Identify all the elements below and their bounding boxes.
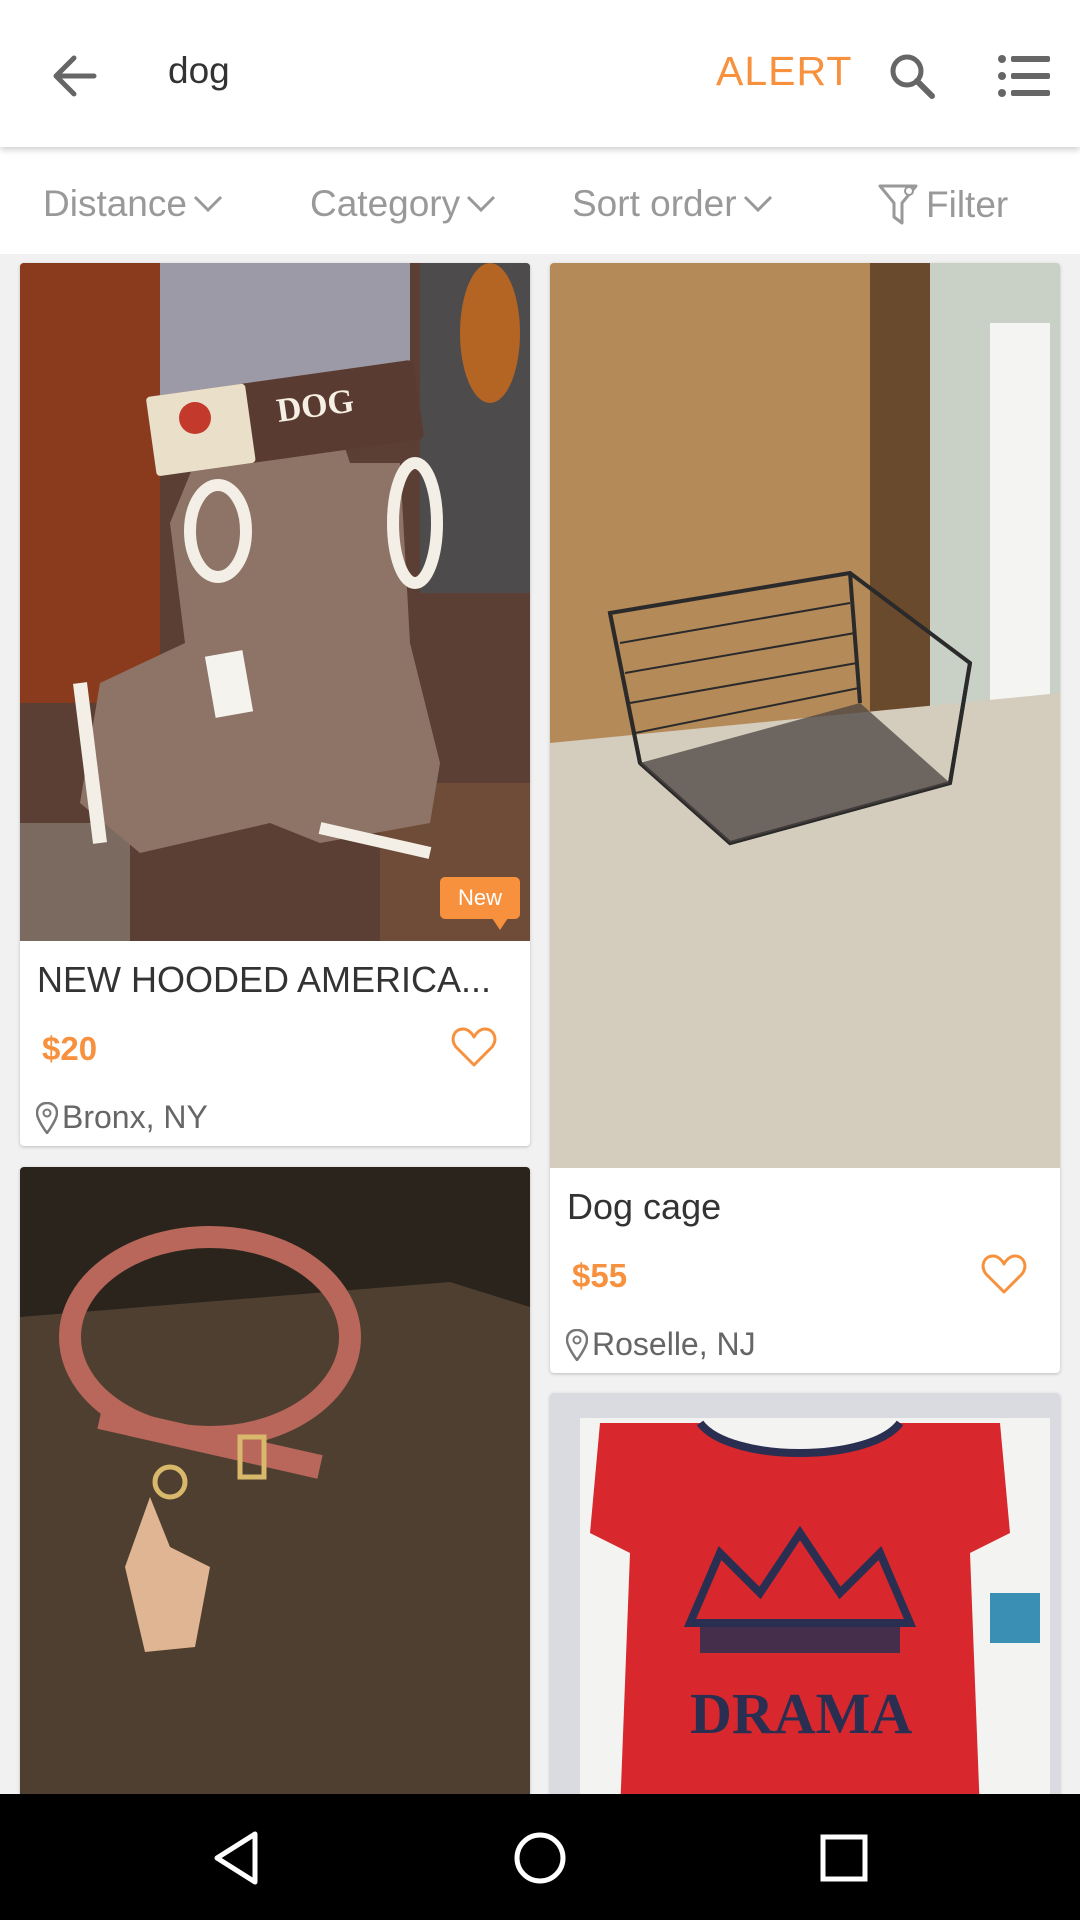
filter-bar: Distance Category Sort order Filter [0,147,1080,254]
nav-home-button[interactable] [502,1820,578,1896]
location-text: Roselle, NJ [592,1326,756,1362]
listing-title: Dog cage [567,1186,722,1227]
menu-button[interactable] [992,44,1056,108]
search-button[interactable] [880,44,944,108]
distance-label: Distance [43,183,187,224]
search-query-text[interactable]: dog [168,50,230,92]
svg-text:DRAMA: DRAMA [690,1681,912,1746]
funnel-icon [878,184,918,225]
alert-button[interactable]: ALERT [716,48,852,95]
category-label: Category [310,183,461,224]
search-icon [890,54,935,99]
filter-button[interactable]: Filter [878,183,1008,227]
favorite-heart-icon[interactable] [450,1023,498,1071]
listing-photo: DOG [20,263,530,941]
distance-dropdown[interactable]: Distance [43,183,223,225]
listing-photo: DRAMA [550,1393,1060,1813]
sort-order-label: Sort order [572,183,737,224]
recents-square-icon [820,1834,868,1882]
new-badge: New [440,877,520,930]
sort-order-dropdown[interactable]: Sort order [572,183,773,225]
category-dropdown[interactable]: Category [310,183,496,225]
nav-back-button[interactable] [198,1820,274,1896]
list-menu-icon [998,55,1050,97]
home-circle-icon [514,1832,566,1884]
location-text: Bronx, NY [62,1099,208,1135]
filter-label: Filter [926,184,1009,225]
listing-photo [550,263,1060,1168]
listing-photo [20,1167,530,1807]
location-pin-icon [566,1328,588,1361]
top-app-bar: dog ALERT [0,0,1080,147]
chevron-down-icon [743,195,772,213]
arrow-left-icon [53,55,97,97]
listing-title: NEW HOODED AMERICA... [37,959,492,1000]
listing-location: Bronx, NY [36,1099,208,1136]
listing-price: $55 [572,1257,628,1294]
listing-location: Roselle, NJ [566,1326,756,1363]
listing-card[interactable]: Dog cage $55 Roselle, NJ [550,263,1060,1373]
chevron-down-icon [193,195,223,213]
favorite-heart-icon[interactable] [980,1250,1028,1298]
listing-price: $20 [42,1030,98,1067]
location-pin-icon [36,1101,58,1134]
listing-card[interactable]: DOG New NEW HOODED AMERICA... $20 Bronx,… [20,263,530,1146]
system-nav-bar [0,1794,1080,1920]
nav-recents-button[interactable] [806,1820,882,1896]
chevron-down-icon [467,195,496,213]
listing-card[interactable] [20,1167,530,1807]
back-triangle-icon [214,1831,258,1885]
listing-card[interactable]: DRAMA [550,1393,1060,1813]
back-button[interactable] [38,40,110,112]
